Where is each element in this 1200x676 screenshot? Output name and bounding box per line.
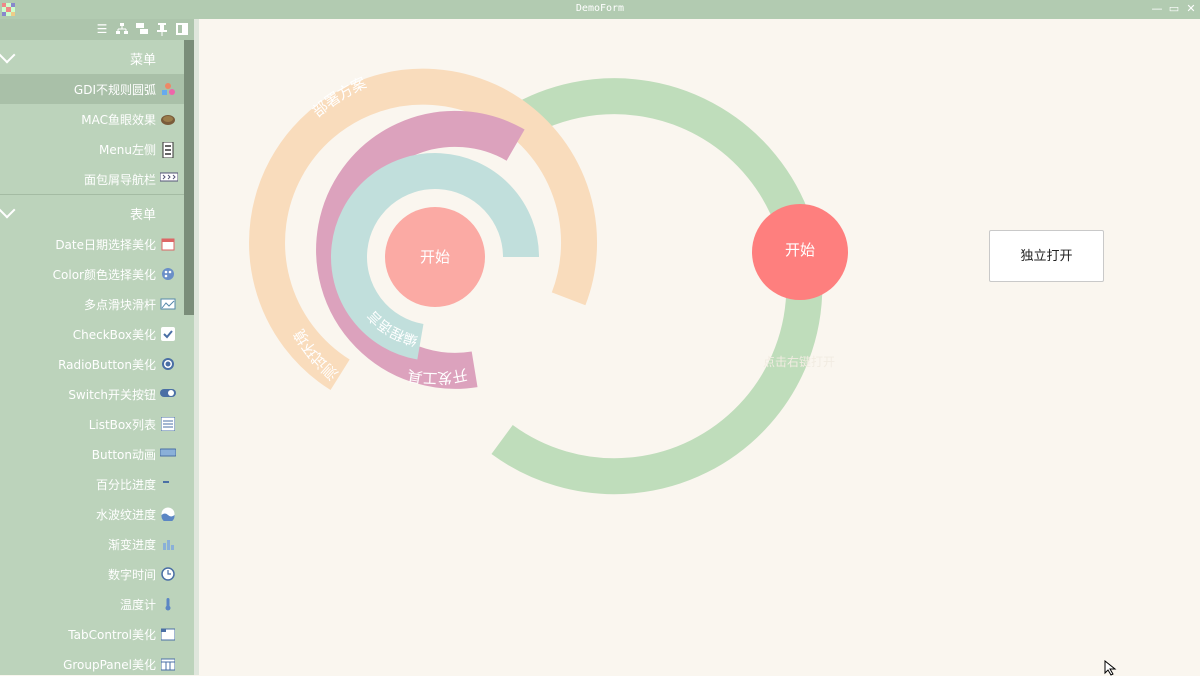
sidebar-item-label: 面包屑导航栏 — [83, 173, 156, 187]
calendar-icon — [160, 237, 176, 251]
checkbox-icon — [160, 327, 176, 341]
sidebar-item-label: 百分比进度 — [95, 478, 156, 492]
sidebar-item-label: MAC鱼眼效果 — [81, 113, 156, 127]
sidebar-item-label: GroupPanel美化 — [63, 658, 156, 672]
sidebar-item-label: Menu左侧 — [99, 143, 156, 157]
list-icon[interactable]: ☰ — [95, 22, 109, 36]
gradient-icon — [160, 537, 176, 551]
sidebar-item-label: 水波纹进度 — [95, 508, 156, 522]
section-header-menu[interactable]: 菜单 — [0, 40, 184, 74]
sidebar-item-digital-time[interactable]: 数字时间 — [0, 559, 184, 589]
sidebar-item-grouppanel[interactable]: GroupPanel美化 — [0, 649, 184, 675]
sidebar-item-percent-progress[interactable]: 百分比进度 — [0, 469, 184, 499]
button-icon — [159, 447, 177, 461]
sidebar-item-wave-progress[interactable]: 水波纹进度 — [0, 499, 184, 529]
sidebar-toolbar: ☰ — [0, 19, 194, 40]
chevron-down-icon — [0, 201, 16, 219]
sidebar-item-thermometer[interactable]: 温度计 — [0, 589, 184, 619]
sidebar-item-label: Color颜色选择美化 — [52, 268, 156, 282]
minimize-icon[interactable]: — — [1149, 1, 1165, 17]
palette-icon — [160, 267, 176, 281]
listbox-icon — [160, 416, 176, 432]
sidebar-item-label: Date日期选择美化 — [55, 238, 156, 252]
pin-icon[interactable] — [155, 22, 169, 36]
sidebar-item-button-anim[interactable]: Button动画 — [0, 439, 184, 469]
window-title: DemoForm — [575, 3, 625, 14]
progress-icon — [160, 477, 176, 491]
menu-left-icon — [160, 141, 176, 159]
sidebar-item-label: ListBox列表 — [88, 418, 156, 432]
mouse-cursor-icon — [1104, 660, 1117, 676]
sidebar-item-menu-left[interactable]: Menu左侧 — [0, 134, 184, 164]
sidebar-item-label: RadioButton美化 — [58, 358, 156, 372]
sidebar-item-label: 温度计 — [119, 598, 156, 612]
title-bar: DemoForm — ▭ ✕ — [0, 0, 1200, 19]
breadcrumb-icon — [159, 172, 179, 186]
tabcontrol-icon — [160, 627, 176, 641]
wave-icon — [160, 507, 176, 523]
section-header-form[interactable]: 表单 — [0, 195, 184, 229]
sidebar-item-label: TabControl美化 — [68, 628, 156, 642]
cascade-icon[interactable] — [135, 22, 149, 36]
hint-text: 点击右键打开 — [762, 355, 835, 369]
ring-center-label: 开始 — [420, 248, 450, 266]
chevron-down-icon — [0, 46, 16, 64]
close-icon[interactable]: ✕ — [1183, 1, 1199, 17]
clock-icon — [160, 567, 176, 581]
sidebar-item-gradient-progress[interactable]: 渐变进度 — [0, 529, 184, 559]
sidebar-item-tabcontrol[interactable]: TabControl美化 — [0, 619, 184, 649]
sidebar-item-label: Button动画 — [91, 448, 156, 462]
open-standalone-button[interactable]: 独立打开 — [989, 230, 1104, 282]
sidebar-item-label: 渐变进度 — [107, 538, 156, 552]
maximize-icon[interactable]: ▭ — [1166, 1, 1182, 17]
sidebar-item-label: Switch开关按钮 — [68, 388, 156, 402]
sidebar: ☰ 菜单 GDI不规则圆弧 MAC鱼眼效果 Menu左侧 面包屑导航栏 表单 D… — [0, 19, 194, 675]
switch-icon — [160, 387, 176, 401]
sidebar-scrollbar[interactable] — [184, 40, 194, 315]
section-header-label: 菜单 — [129, 53, 156, 68]
sidebar-item-label: GDI不规则圆弧 — [73, 83, 156, 97]
sidebar-item-label: CheckBox美化 — [72, 328, 156, 342]
sidebar-item-checkbox[interactable]: CheckBox美化 — [0, 319, 184, 349]
radio-icon — [160, 357, 176, 371]
main-panel: 开始 部署方案 测试环境 开发工具 编程语言 开始 点击右键打开 独立打开 — [199, 19, 1200, 675]
turtle-icon — [160, 112, 176, 126]
sidebar-item-label: 多点滑块滑杆 — [83, 298, 156, 312]
panel-icon[interactable] — [175, 22, 189, 36]
sidebar-item-date[interactable]: Date日期选择美化 — [0, 229, 184, 259]
sidebar-item-switch[interactable]: Switch开关按钮 — [0, 379, 184, 409]
sidebar-item-mac-fisheye[interactable]: MAC鱼眼效果 — [0, 104, 184, 134]
start-button[interactable]: 开始 — [752, 204, 848, 300]
sidebar-item-multi-slider[interactable]: 多点滑块滑杆 — [0, 289, 184, 319]
tree-icon[interactable] — [115, 22, 129, 36]
sidebar-item-color[interactable]: Color颜色选择美化 — [0, 259, 184, 289]
shapes-icon — [160, 82, 176, 96]
ring-menu[interactable]: 开始 部署方案 测试环境 开发工具 编程语言 — [199, 19, 1200, 675]
sidebar-item-gdi-arc[interactable]: GDI不规则圆弧 — [0, 74, 184, 104]
thermometer-icon — [160, 597, 176, 611]
grouppanel-icon — [160, 657, 176, 671]
sidebar-item-label: 数字时间 — [107, 568, 156, 582]
slider-icon — [160, 297, 176, 311]
section-header-label: 表单 — [129, 208, 156, 223]
sidebar-item-listbox[interactable]: ListBox列表 — [0, 409, 184, 439]
sidebar-item-radio[interactable]: RadioButton美化 — [0, 349, 184, 379]
sidebar-item-breadcrumb[interactable]: 面包屑导航栏 — [0, 164, 184, 194]
